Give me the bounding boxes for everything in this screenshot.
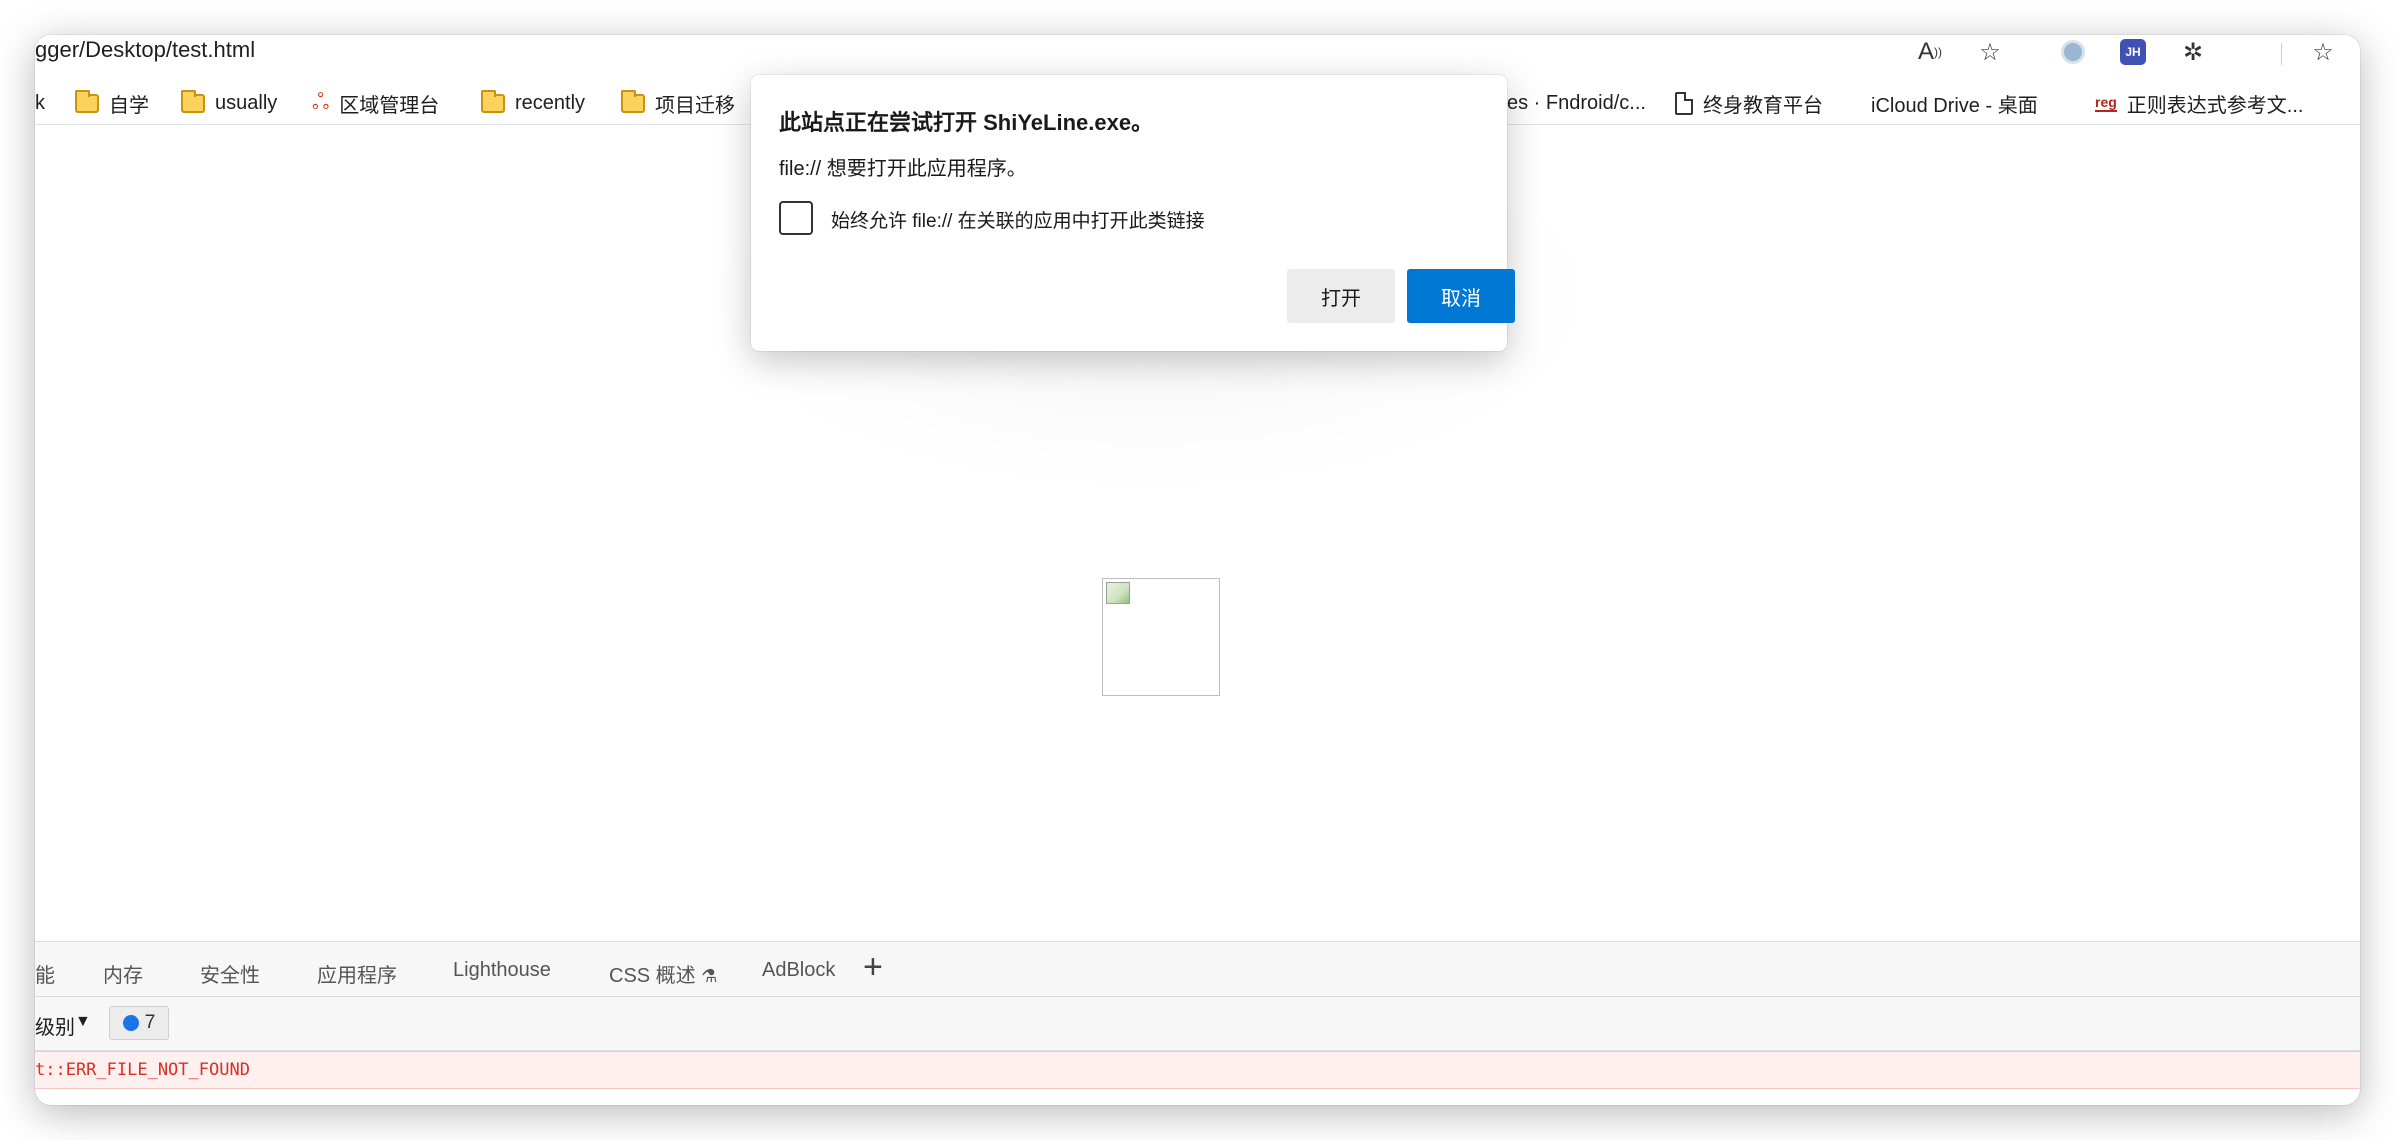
url-text[interactable]: gger/Desktop/test.html [35, 37, 255, 63]
tab-css-overview[interactable]: CSS 概述 ⚗ [609, 959, 717, 988]
bookmark-folder-zixue[interactable]: 自学 [75, 89, 149, 117]
tab-performance[interactable]: 能 [35, 959, 55, 988]
bookmark-label: 区域管理台 [339, 94, 440, 117]
tab-memory[interactable]: 内存 [103, 959, 143, 988]
bookmark-item[interactable]: k [35, 89, 45, 117]
broken-image [1102, 578, 1220, 696]
bookmark-label: 终身教育平台 [1703, 94, 1823, 117]
cancel-button[interactable]: 取消 [1407, 269, 1515, 323]
folder-icon [481, 89, 505, 113]
jh-extension-icon[interactable]: JH [2113, 35, 2153, 69]
bookmark-label: recently [515, 91, 586, 114]
flask-icon: ⚗ [701, 966, 718, 986]
bookmark-label: 自学 [109, 94, 149, 117]
profile-circle-icon[interactable] [2053, 35, 2093, 69]
bookmark-item-icloud[interactable]: iCloud Drive - 桌面 [1861, 89, 2038, 117]
dialog-title: 此站点正在尝试打开 ShiYeLine.exe。 [779, 110, 1154, 135]
jh-label: JH [2120, 39, 2146, 65]
always-allow-checkbox[interactable] [779, 201, 813, 235]
regex-icon: reg [2095, 94, 2117, 112]
add-tab-button[interactable]: + [863, 950, 883, 984]
favorites-icon[interactable]: ☆ [2303, 35, 2343, 69]
folder-icon [181, 89, 205, 113]
open-button[interactable]: 打开 [1287, 269, 1395, 323]
message-icon [122, 1015, 139, 1031]
broken-image-icon [1106, 582, 1130, 604]
dialog-message: file:// 想要打开此应用程序。 [779, 158, 1027, 180]
error-message: t::ERR_FILE_NOT_FOUND [35, 1060, 250, 1080]
page-icon [1675, 91, 1693, 115]
tab-adblock[interactable]: AdBlock [762, 959, 835, 982]
tab-application[interactable]: 应用程序 [317, 959, 397, 988]
address-bar[interactable]: gger/Desktop/test.html A)) ☆ JH ✲ ☆ [35, 35, 2360, 73]
folder-icon [621, 89, 645, 113]
always-allow-label[interactable]: 始终允许 file:// 在关联的应用中打开此类链接 [831, 206, 1205, 233]
bookmark-label: k [35, 91, 45, 114]
devtools-tab-strip: 能 内存 安全性 应用程序 Lighthouse CSS 概述 ⚗ AdBloc… [35, 941, 2360, 997]
read-aloud-icon[interactable]: A)) [1910, 35, 1950, 69]
console-toolbar: 级别 ▼ 7 [35, 997, 2360, 1051]
browser-window: gger/Desktop/test.html A)) ☆ JH ✲ ☆ k 自学… [35, 35, 2360, 1105]
favorite-add-icon[interactable]: ☆ [1970, 35, 2010, 69]
app-icon: ஃ [312, 88, 330, 114]
toolbar-divider [2281, 43, 2282, 65]
tab-lighthouse[interactable]: Lighthouse [453, 959, 551, 982]
bookmark-label: 正则表达式参考文... [2126, 94, 2304, 117]
bookmark-item-regex[interactable]: reg 正则表达式参考文... [2095, 89, 2303, 117]
issues-badge[interactable]: 7 [109, 1006, 169, 1040]
tab-css-overview-label: CSS 概述 [609, 965, 696, 987]
bookmark-folder-usually[interactable]: usually [181, 89, 277, 117]
tab-security[interactable]: 安全性 [200, 959, 260, 988]
console-error-row: t::ERR_FILE_NOT_FOUND [35, 1051, 2360, 1089]
folder-icon [75, 89, 99, 113]
open-app-dialog: 此站点正在尝试打开 ShiYeLine.exe。 file:// 想要打开此应用… [751, 75, 1515, 351]
bookmark-folder-recently[interactable]: recently [481, 89, 585, 117]
extensions-icon[interactable]: ✲ [2173, 35, 2213, 69]
bookmark-item-area-console[interactable]: ஃ 区域管理台 [312, 89, 439, 117]
bookmark-label: iCloud Drive - 桌面 [1871, 94, 2038, 117]
log-levels-dropdown[interactable]: 级别 [35, 1011, 75, 1040]
issues-count: 7 [144, 1012, 156, 1033]
bookmark-label: usually [215, 91, 278, 114]
caret-down-icon[interactable]: ▼ [75, 1013, 91, 1031]
bookmark-item-education[interactable]: 终身教育平台 [1675, 89, 1823, 117]
